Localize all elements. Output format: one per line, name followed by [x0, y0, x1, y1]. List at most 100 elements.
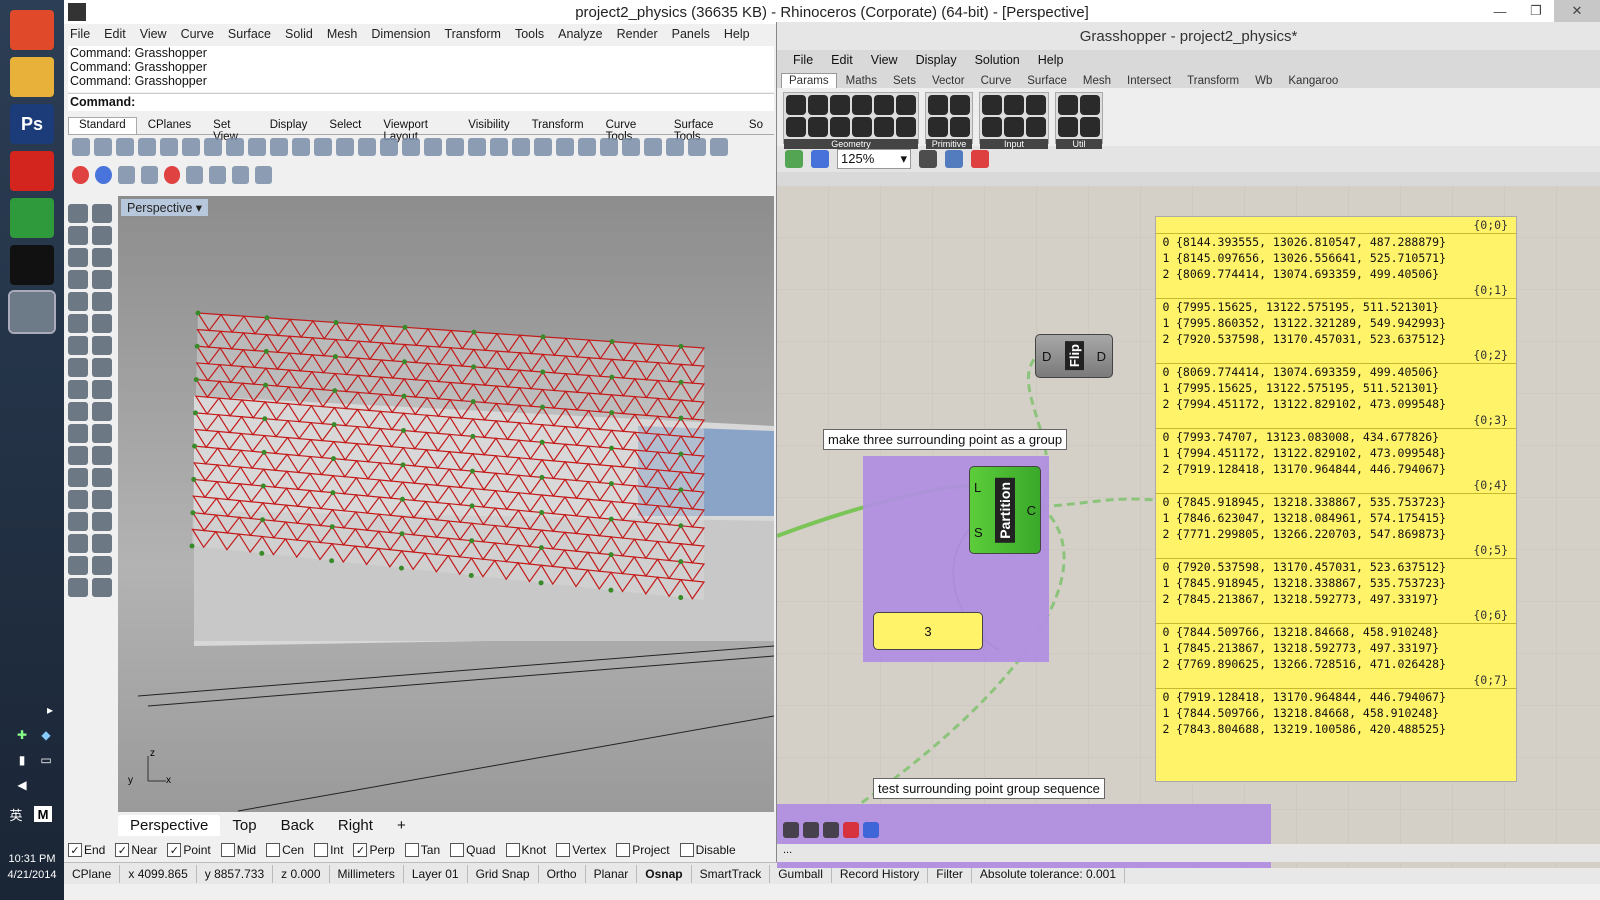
side-tool-icon[interactable] — [92, 534, 112, 553]
toolbar-tool-icon[interactable] — [380, 138, 398, 156]
render-tool-icon[interactable] — [209, 166, 227, 184]
toolbar-tool-icon[interactable] — [292, 138, 310, 156]
tab-curve-tools[interactable]: Curve Tools — [595, 117, 663, 143]
tray-network-icon[interactable]: ◆ — [38, 727, 54, 743]
toolbar-tool-icon[interactable] — [578, 138, 596, 156]
toolbar-tool-icon[interactable] — [94, 138, 112, 156]
gh-menu-file[interactable]: File — [793, 53, 813, 67]
side-tool-icon[interactable] — [68, 226, 88, 245]
side-tool-icon[interactable] — [68, 402, 88, 421]
menu-tools[interactable]: Tools — [515, 27, 544, 41]
flip-output-d[interactable]: D — [1097, 349, 1106, 364]
component-icon[interactable] — [928, 95, 948, 115]
side-tool-icon[interactable] — [92, 358, 112, 377]
menu-curve[interactable]: Curve — [181, 27, 214, 41]
side-tool-icon[interactable] — [68, 292, 88, 311]
tray-add-icon[interactable]: ✚ — [14, 727, 30, 743]
widget-icon[interactable] — [843, 822, 859, 838]
widget-icon[interactable] — [803, 822, 819, 838]
component-icon[interactable] — [1058, 95, 1078, 115]
side-tool-icon[interactable] — [92, 204, 112, 223]
widget-icon[interactable] — [823, 822, 839, 838]
osnap-int[interactable]: Int — [314, 843, 343, 857]
toolbar-tool-icon[interactable] — [490, 138, 508, 156]
status-z-0-000[interactable]: z 0.000 — [273, 864, 330, 883]
component-icon[interactable] — [950, 117, 970, 137]
side-tool-icon[interactable] — [68, 534, 88, 553]
side-tool-icon[interactable] — [68, 270, 88, 289]
preview-icon[interactable] — [945, 150, 963, 168]
menu-dimension[interactable]: Dimension — [371, 27, 430, 41]
status-smarttrack[interactable]: SmartTrack — [692, 864, 771, 883]
close-icon[interactable]: ✕ — [1554, 0, 1600, 22]
toolbar-tool-icon[interactable] — [644, 138, 662, 156]
status-y-8857-733[interactable]: y 8857.733 — [197, 864, 274, 883]
side-tool-icon[interactable] — [68, 424, 88, 443]
side-tool-icon[interactable] — [92, 292, 112, 311]
side-tool-icon[interactable] — [92, 468, 112, 487]
toolbar-tool-icon[interactable] — [534, 138, 552, 156]
toolbar-tool-icon[interactable] — [248, 138, 266, 156]
zoom-select[interactable]: 125% ▾ — [837, 149, 911, 169]
side-tool-icon[interactable] — [92, 248, 112, 267]
group-note-1[interactable]: make three surrounding point as a group — [823, 429, 1068, 450]
component-icon[interactable] — [1026, 117, 1046, 137]
osnap-cen[interactable]: Cen — [266, 843, 304, 857]
toolbar-tool-icon[interactable] — [204, 138, 222, 156]
component-icon[interactable] — [830, 117, 850, 137]
checkbox-icon[interactable] — [679, 843, 694, 857]
tray-display-icon[interactable]: ▭ — [38, 752, 54, 768]
gh-menu-solution[interactable]: Solution — [975, 53, 1020, 67]
toolbar-tool-icon[interactable] — [314, 138, 332, 156]
data-panel[interactable]: {0;0} 0 {8144.393555, 13026.810547, 487.28… — [1155, 216, 1517, 782]
side-tool-icon[interactable] — [92, 380, 112, 399]
checkbox-icon[interactable] — [404, 843, 419, 857]
minimize-icon[interactable]: — — [1482, 0, 1518, 22]
toolbar-tool-icon[interactable] — [72, 138, 90, 156]
menu-surface[interactable]: Surface — [228, 27, 271, 41]
osnap-disable[interactable]: Disable — [679, 843, 736, 857]
partition-input-s[interactable]: S — [974, 525, 983, 540]
toolbar-tool-icon[interactable] — [556, 138, 574, 156]
menu-analyze[interactable]: Analyze — [558, 27, 602, 41]
flip-component[interactable]: D Flip D — [1035, 334, 1113, 378]
menu-solid[interactable]: Solid — [285, 27, 313, 41]
osnap-knot[interactable]: Knot — [505, 843, 546, 857]
group-note-2[interactable]: test surrounding point group sequence — [873, 778, 1105, 799]
tab-so[interactable]: So — [738, 117, 774, 134]
add-viewport-icon[interactable]: + — [385, 815, 418, 836]
side-tool-icon[interactable] — [68, 512, 88, 531]
tab-surface-tools[interactable]: Surface Tools — [663, 117, 738, 143]
component-icon[interactable] — [982, 95, 1002, 115]
save-file-icon[interactable] — [811, 150, 829, 168]
perspective-viewport[interactable]: x y z Perspective ▾ — [118, 196, 774, 812]
component-icon[interactable] — [1080, 117, 1100, 137]
status-layer-01[interactable]: Layer 01 — [404, 864, 468, 883]
component-icon[interactable] — [786, 117, 806, 137]
menu-render[interactable]: Render — [617, 27, 658, 41]
status-millimeters[interactable]: Millimeters — [330, 864, 404, 883]
toolbar-tool-icon[interactable] — [160, 138, 178, 156]
osnap-end[interactable]: ✓ End — [68, 843, 105, 857]
render-tool-icon[interactable] — [72, 166, 89, 184]
widget-icon[interactable] — [863, 822, 879, 838]
toolbar-tool-icon[interactable] — [468, 138, 486, 156]
ime-language-indicator[interactable]: 英 — [8, 806, 24, 823]
status-grid-snap[interactable]: Grid Snap — [468, 864, 539, 883]
number-slider[interactable]: 3 — [873, 612, 983, 650]
rhino-icon[interactable] — [8, 290, 56, 334]
side-tool-icon[interactable] — [68, 446, 88, 465]
checkbox-icon[interactable] — [266, 843, 281, 857]
tab-viewport-layout[interactable]: Viewport Layout — [372, 117, 457, 143]
checkbox-icon[interactable] — [220, 843, 235, 857]
toolbar-tool-icon[interactable] — [402, 138, 420, 156]
grasshopper-canvas[interactable]: make three surrounding point as a group … — [777, 186, 1600, 868]
status-osnap[interactable]: Osnap — [637, 864, 692, 883]
component-icon[interactable] — [808, 95, 828, 115]
toolbar-tool-icon[interactable] — [358, 138, 376, 156]
gh-menu-edit[interactable]: Edit — [831, 53, 853, 67]
toolbar-tool-icon[interactable] — [270, 138, 288, 156]
component-icon[interactable] — [830, 95, 850, 115]
gh-tab-maths[interactable]: Maths — [839, 74, 884, 88]
side-tool-icon[interactable] — [92, 490, 112, 509]
